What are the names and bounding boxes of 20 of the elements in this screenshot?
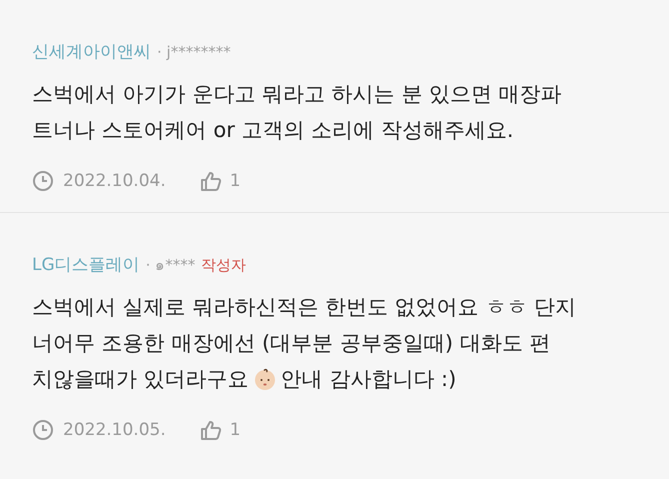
- clock-icon: [32, 170, 54, 192]
- comment-text: 너어무 조용한 매장에선 (대부분 공부중일때) 대화도 편: [32, 330, 550, 357]
- user-id: · j********: [157, 43, 231, 61]
- thumbs-up-icon[interactable]: [200, 170, 222, 192]
- baby-face-icon: [252, 367, 277, 391]
- thumbs-up-icon[interactable]: [200, 419, 222, 441]
- comment-text: 안내 감사합니다 :): [280, 366, 456, 393]
- author-name[interactable]: 신세계아이앤씨: [32, 40, 151, 63]
- writer-label: 작성자: [201, 256, 246, 275]
- author-name[interactable]: LG디스플레이: [32, 253, 140, 276]
- comment-text: 트너나 스토어케어 or 고객의 소리에 작성해주세요.: [32, 117, 514, 144]
- comment-text: 스벅에서 실제로 뭐라하신적은 한번도 없었어요 ㅎㅎ 단지: [32, 294, 576, 321]
- comment-date: 2022.10.05.: [63, 420, 166, 440]
- comment-text: 스벅에서 아기가 운다고 뭐라고 하시는 분 있으면 매장파: [32, 81, 562, 108]
- like-count: 1: [230, 171, 241, 191]
- comment-date: 2022.10.04.: [63, 171, 166, 191]
- user-id: · ๑****: [146, 255, 196, 276]
- clock-icon: [32, 419, 54, 441]
- comment-text: 치않을때가 있더라구요: [32, 366, 249, 393]
- like-count: 1: [230, 420, 241, 440]
